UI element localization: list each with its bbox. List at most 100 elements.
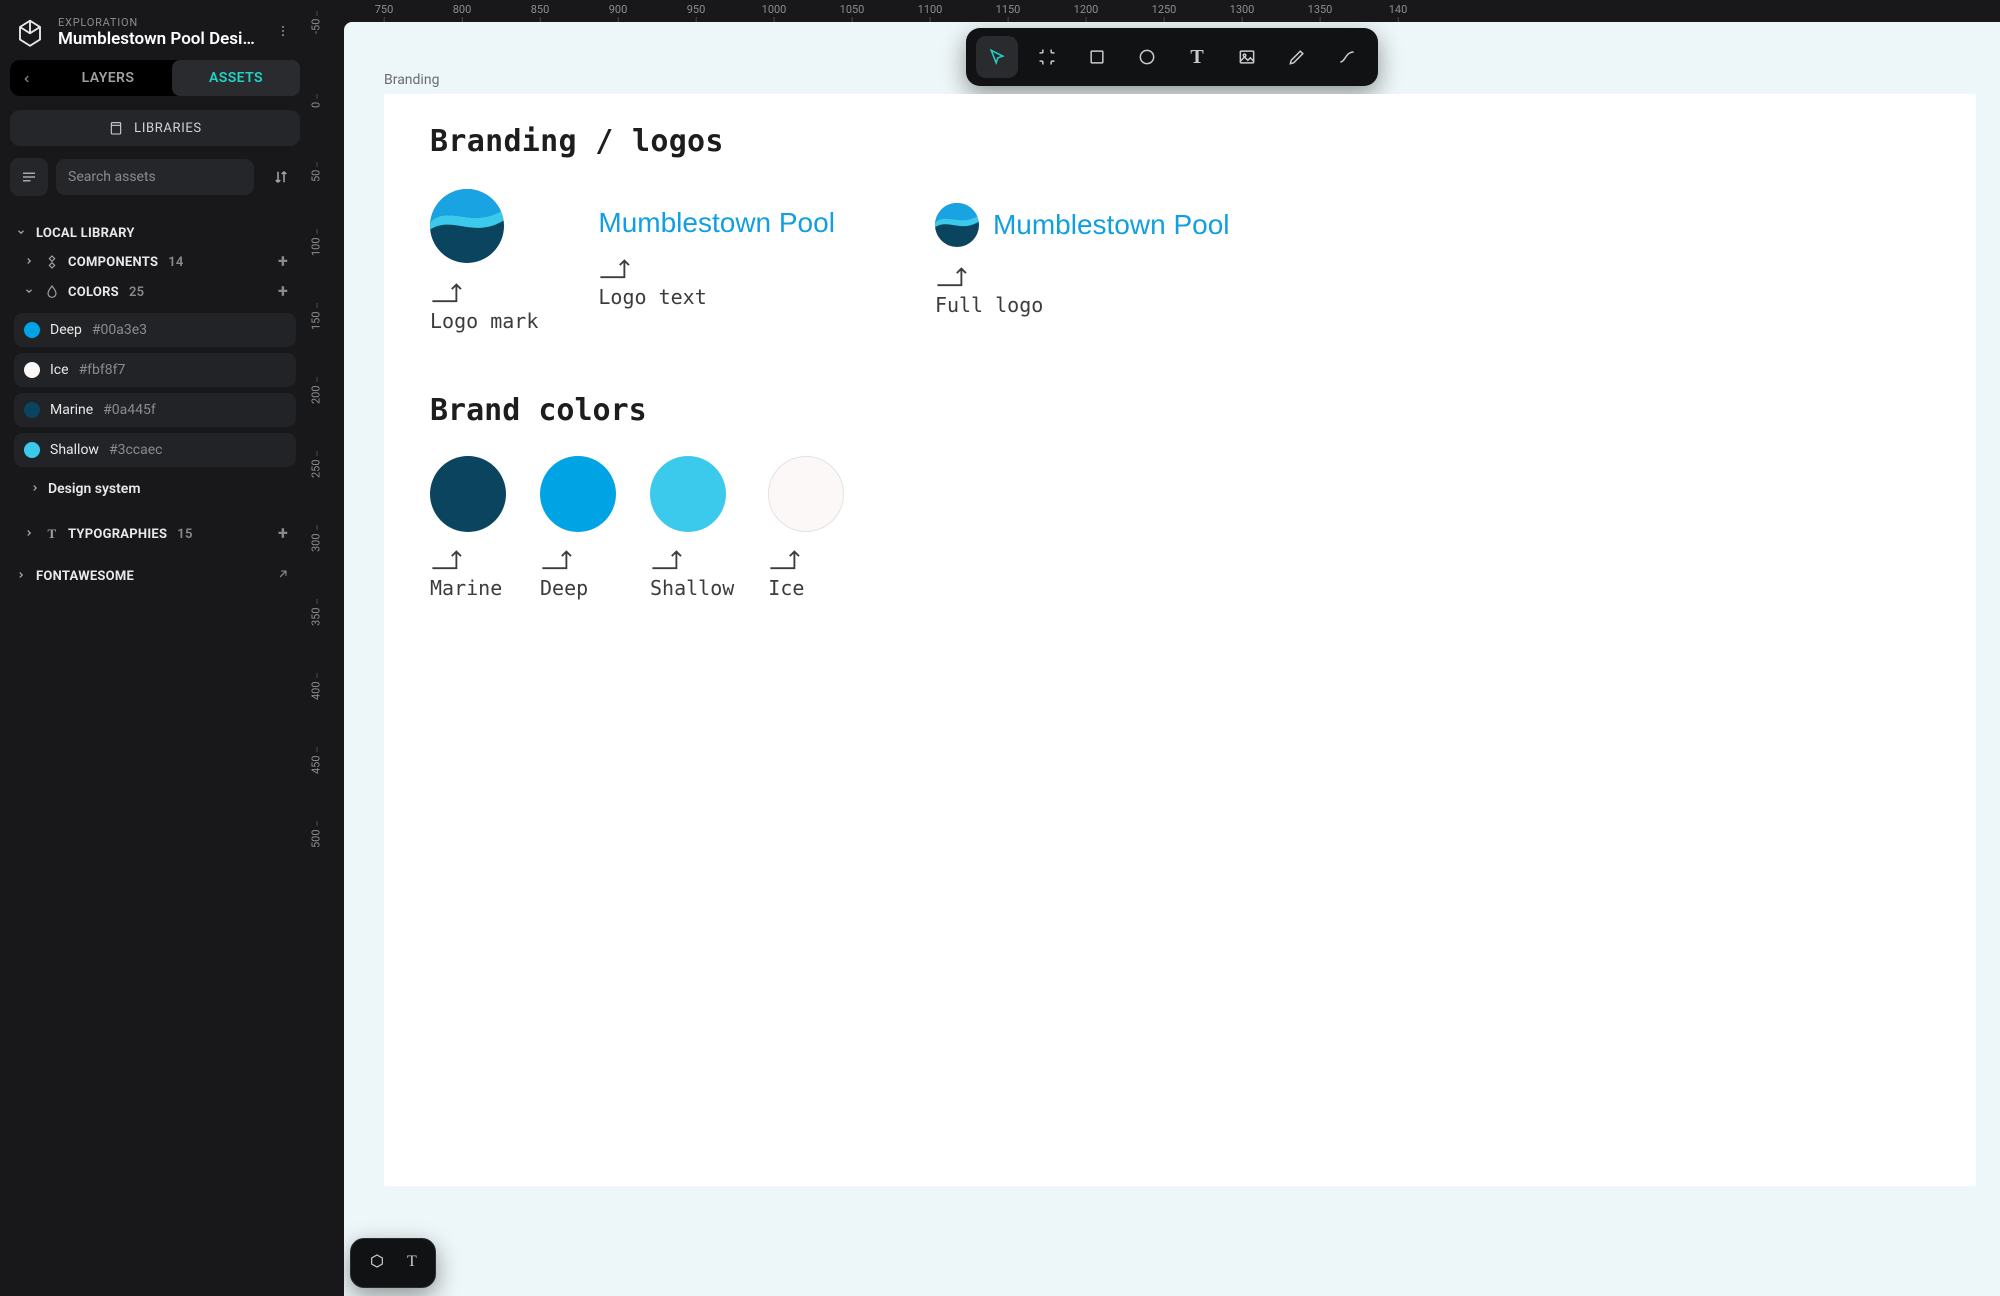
chevron-down-icon — [24, 285, 36, 300]
project-icon[interactable] — [12, 14, 48, 50]
viewport[interactable]: T Branding Branding / logos — [344, 22, 2000, 1296]
search-input[interactable]: Search assets — [56, 159, 254, 195]
components-count: 14 — [168, 255, 183, 270]
sort-button[interactable] — [262, 158, 300, 196]
ruler-vertical[interactable]: -50050100150200250300350400450500 — [310, 22, 344, 1296]
brand-color-name: Ice — [768, 576, 844, 600]
chevron-right-icon — [24, 255, 36, 270]
section-local-library[interactable]: LOCAL LIBRARY — [6, 220, 304, 247]
color-swatch — [24, 322, 40, 338]
logo-mark[interactable] — [430, 189, 504, 263]
chevron-down-icon — [16, 226, 28, 241]
full-logo[interactable]: Mumblestown Pool — [935, 203, 1230, 247]
breadcrumb: EXPLORATION Mumblestown Pool Desig… — [6, 10, 304, 50]
tab-assets[interactable]: ASSETS — [172, 60, 300, 96]
annotation-arrow-icon — [430, 546, 468, 570]
annotation-logo-mark: Logo mark — [430, 309, 538, 333]
brand-color-name: Deep — [540, 576, 616, 600]
chevron-right-icon — [24, 527, 36, 542]
color-swatch — [24, 402, 40, 418]
ruler-horizontal[interactable]: 7508008509009501000105011001150120012501… — [344, 0, 2000, 22]
add-typography-button[interactable]: + — [272, 525, 294, 543]
brand-color-swatch[interactable] — [540, 456, 616, 532]
color-item[interactable]: Deep #00a3e3 — [14, 313, 296, 347]
typographies-count: 15 — [177, 527, 192, 542]
breadcrumb-parent[interactable]: EXPLORATION — [58, 16, 260, 29]
section-local-library-label: LOCAL LIBRARY — [36, 226, 135, 241]
tool-select[interactable] — [976, 36, 1018, 78]
color-hex: #3ccaec — [109, 442, 163, 458]
frame-label[interactable]: Branding — [384, 72, 439, 88]
section-fontawesome-label: FONTAWESOME — [36, 569, 134, 584]
annotation-arrow-icon — [540, 546, 578, 570]
color-item[interactable]: Marine #0a445f — [14, 393, 296, 427]
color-hex: #fbf8f7 — [79, 362, 126, 378]
libraries-label: LIBRARIES — [134, 121, 202, 136]
dock-shape-tool[interactable] — [369, 1253, 385, 1273]
section-colors[interactable]: COLORS 25 + — [6, 277, 304, 307]
heading-logos: Branding / logos — [430, 124, 1930, 159]
design-system-label: Design system — [48, 481, 141, 497]
canvas: 7508008509009501000105011001150120012501… — [310, 0, 2000, 1296]
artboard-branding[interactable]: Branding / logos Logo mark — [384, 94, 1976, 1186]
components-icon — [44, 254, 60, 270]
text-icon: T — [44, 526, 60, 542]
color-hex: #00a3e3 — [92, 322, 147, 338]
colors-count: 25 — [129, 285, 144, 300]
section-design-system[interactable]: Design system — [6, 473, 304, 505]
annotation-arrow-icon — [935, 263, 973, 287]
color-name: Shallow — [50, 442, 99, 458]
color-swatch — [24, 442, 40, 458]
bottom-tool-dock: T — [350, 1238, 436, 1288]
tool-rectangle[interactable] — [1076, 36, 1118, 78]
tool-text[interactable]: T — [1176, 36, 1218, 78]
droplet-icon — [44, 284, 60, 300]
section-fontawesome[interactable]: FONTAWESOME — [6, 561, 304, 591]
section-typographies[interactable]: T TYPOGRAPHIES 15 + — [6, 519, 304, 549]
brand-color-name: Marine — [430, 576, 506, 600]
brand-color-swatch[interactable] — [768, 456, 844, 532]
tool-ellipse[interactable] — [1126, 36, 1168, 78]
add-color-button[interactable]: + — [272, 283, 294, 301]
tool-curve[interactable] — [1326, 36, 1368, 78]
annotation-arrow-icon — [768, 546, 806, 570]
logo-mark-small — [935, 203, 979, 247]
left-sidebar: EXPLORATION Mumblestown Pool Desig… LAYE… — [0, 0, 310, 1296]
dock-text-tool[interactable]: T — [407, 1253, 417, 1273]
tool-image[interactable] — [1226, 36, 1268, 78]
section-components[interactable]: COMPONENTS 14 + — [6, 247, 304, 277]
color-swatch — [24, 362, 40, 378]
annotation-arrow-icon — [650, 546, 688, 570]
tab-layers[interactable]: LAYERS — [44, 60, 172, 96]
heading-brand-colors: Brand colors — [430, 393, 1930, 428]
add-component-button[interactable]: + — [272, 253, 294, 271]
section-typographies-label: TYPOGRAPHIES — [68, 527, 167, 542]
chevron-right-icon — [30, 481, 40, 497]
tabs-back-button[interactable] — [10, 69, 44, 88]
libraries-button[interactable]: LIBRARIES — [10, 110, 300, 146]
annotation-logo-text: Logo text — [598, 285, 835, 309]
logo-text[interactable]: Mumblestown Pool — [598, 207, 835, 239]
brand-color-swatch[interactable] — [650, 456, 726, 532]
chevron-right-icon — [16, 569, 28, 584]
color-name: Deep — [50, 322, 82, 338]
annotation-full-logo: Full logo — [935, 293, 1230, 317]
page-menu-icon[interactable] — [270, 17, 296, 48]
external-link-icon[interactable] — [272, 567, 294, 585]
color-hex: #0a445f — [103, 402, 156, 418]
color-item[interactable]: Ice #fbf8f7 — [14, 353, 296, 387]
page-title[interactable]: Mumblestown Pool Desig… — [58, 29, 260, 49]
brand-color-swatch[interactable] — [430, 456, 506, 532]
color-item[interactable]: Shallow #3ccaec — [14, 433, 296, 467]
section-colors-label: COLORS — [68, 285, 119, 300]
section-components-label: COMPONENTS — [68, 255, 158, 270]
tool-pen[interactable] — [1276, 36, 1318, 78]
color-name: Ice — [50, 362, 69, 378]
canvas-toolbar: T — [966, 28, 1378, 86]
logo-text: Mumblestown Pool — [993, 209, 1230, 241]
color-name: Marine — [50, 402, 93, 418]
filter-button[interactable] — [10, 158, 48, 196]
sidebar-tabs: LAYERS ASSETS — [10, 60, 300, 96]
tool-frame[interactable] — [1026, 36, 1068, 78]
annotation-arrow-icon — [598, 255, 636, 279]
